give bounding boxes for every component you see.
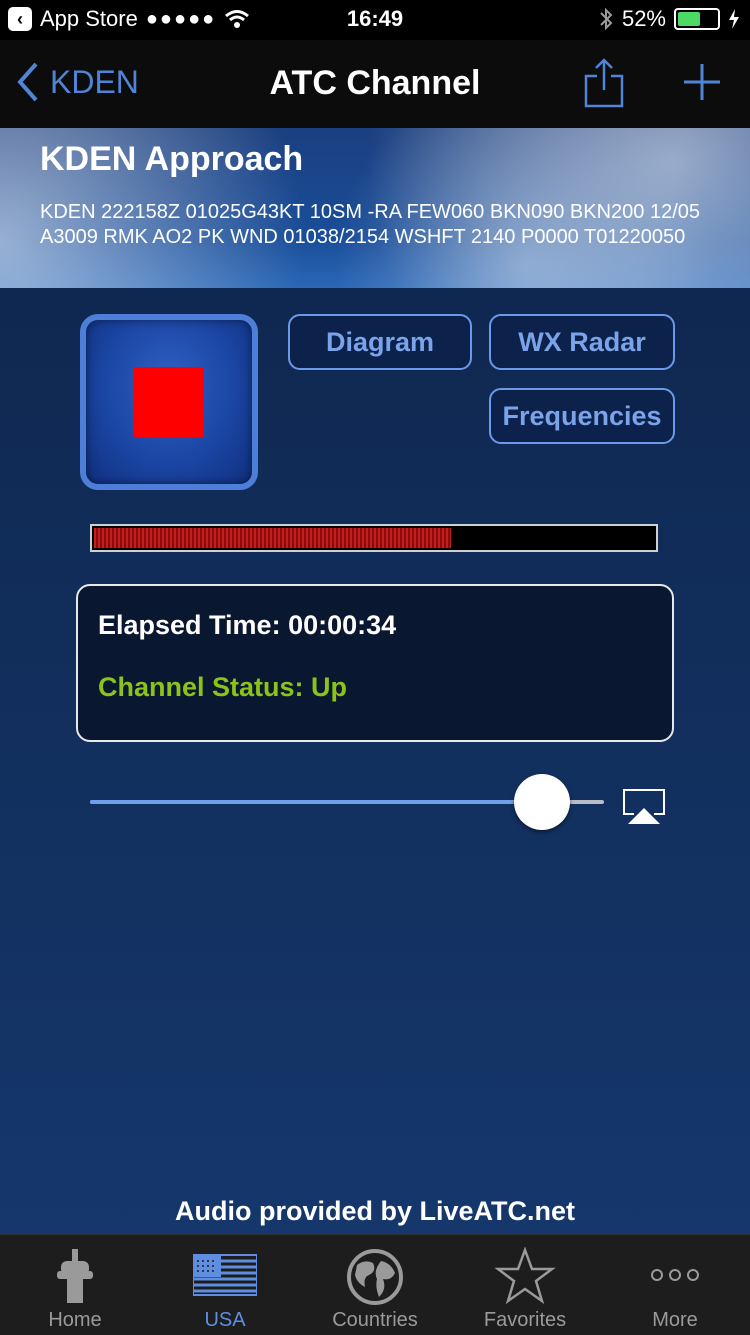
channel-status: Channel Status: Up (98, 672, 348, 702)
audio-level-meter (90, 524, 658, 552)
flag-icon (193, 1254, 257, 1296)
frequencies-button[interactable]: Frequencies (489, 388, 675, 444)
tower-icon (57, 1249, 93, 1303)
tab-usa-label: USA (204, 1309, 246, 1331)
tab-countries-label: Countries (332, 1309, 418, 1331)
tab-favorites[interactable]: Favorites (450, 1235, 600, 1335)
metar-text: KDEN 222158Z 01025G43KT 10SM -RA FEW060 … (40, 201, 701, 248)
battery-percent: 52% (621, 6, 666, 31)
tab-countries[interactable]: Countries (300, 1235, 450, 1335)
elapsed-time: Elapsed Time: 00:00:34 (98, 610, 397, 640)
status-bar: ‹ App Store ●●●●● 16:49 52% (0, 0, 750, 40)
player-area: Diagram WX Radar Frequencies Elapsed Tim… (0, 288, 750, 1234)
globe-icon (347, 1249, 403, 1305)
diagram-button[interactable]: Diagram (288, 314, 472, 370)
tab-usa[interactable]: USA (150, 1235, 300, 1335)
tab-home-label: Home (48, 1309, 102, 1331)
navigation-bar: KDEN ATC Channel (0, 40, 750, 128)
status-panel: Elapsed Time: 00:00:34 Channel Status: U… (76, 584, 674, 742)
diagram-button-label: Diagram (325, 327, 435, 357)
channel-title: KDEN Approach (40, 140, 304, 178)
tab-bar: Home USA Countries Favorites More (0, 1234, 750, 1335)
bluetooth-icon (600, 7, 613, 31)
tab-favorites-label: Favorites (483, 1309, 567, 1331)
tab-home[interactable]: Home (0, 1235, 150, 1335)
volume-slider[interactable] (90, 774, 604, 830)
tab-more[interactable]: More (600, 1235, 750, 1335)
share-icon[interactable] (584, 58, 624, 108)
charging-icon (729, 9, 739, 29)
stop-button[interactable] (80, 314, 258, 490)
battery-icon (674, 8, 720, 30)
volume-knob[interactable] (514, 774, 571, 830)
wx-radar-button[interactable]: WX Radar (489, 314, 675, 370)
volume-fill (90, 800, 543, 804)
tab-more-label: More (652, 1309, 698, 1331)
more-icon (651, 1269, 699, 1281)
wx-radar-button-label: WX Radar (518, 327, 646, 357)
channel-header: KDEN Approach KDEN 222158Z 01025G43KT 10… (0, 128, 750, 288)
page-title: ATC Channel (269, 64, 481, 102)
add-icon[interactable] (680, 58, 724, 108)
frequencies-button-label: Frequencies (502, 401, 662, 431)
star-icon (494, 1247, 556, 1305)
stop-icon (134, 367, 204, 437)
airplay-icon[interactable] (622, 788, 666, 826)
audio-level-fill (94, 528, 451, 548)
credit-text: Audio provided by LiveATC.net (174, 1196, 576, 1226)
